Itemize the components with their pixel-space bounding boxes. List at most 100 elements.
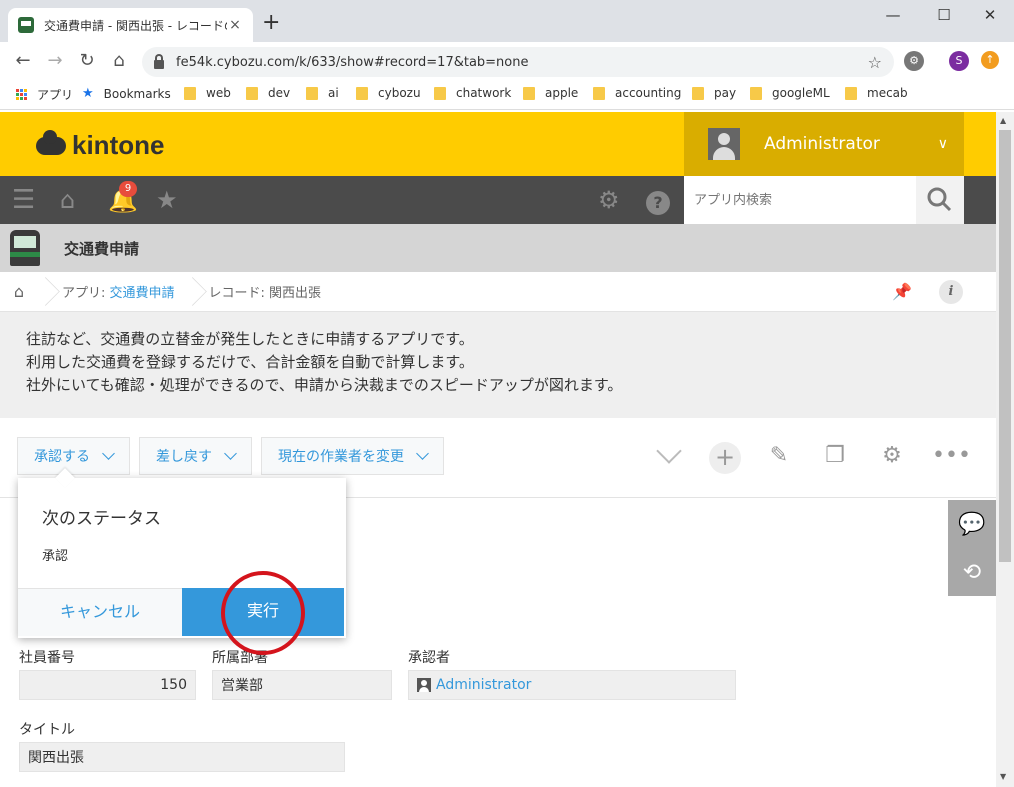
description-line: 利用した交通費を登録するだけで、合計金額を自動で計算します。 bbox=[26, 353, 474, 371]
bookmark-apple[interactable]: apple bbox=[523, 86, 578, 100]
approver-link[interactable]: Administrator bbox=[436, 677, 531, 693]
page-scrollbar[interactable]: ▲ ▼ bbox=[996, 112, 1014, 787]
favorites-star-icon[interactable]: ★ bbox=[156, 188, 178, 212]
scroll-down-arrow-icon[interactable]: ▼ bbox=[1000, 772, 1006, 781]
description-line: 社外にいても確認・処理ができるので、申請から決裁までのスピードアップが図れます。 bbox=[26, 376, 623, 394]
app-search-input[interactable] bbox=[684, 176, 916, 224]
minimize-button[interactable]: — bbox=[878, 6, 908, 24]
next-status-value: 承認 bbox=[42, 549, 69, 564]
app-title[interactable]: 交通費申請 bbox=[64, 238, 139, 259]
employee-number-label: 社員番号 bbox=[19, 650, 75, 666]
collapse-chevron-icon[interactable] bbox=[656, 446, 680, 470]
bookmark-cybozu[interactable]: cybozu bbox=[356, 86, 421, 100]
app-description: 往訪など、交通費の立替金が発生したときに申請するアプリです。 利用した交通費を登… bbox=[0, 312, 996, 418]
train-app-icon bbox=[10, 230, 40, 266]
duplicate-document-icon[interactable]: ❐ bbox=[819, 443, 851, 469]
approve-button[interactable]: 承認する bbox=[17, 437, 130, 475]
app-settings-gear-icon[interactable]: ⚙ bbox=[876, 443, 908, 469]
train-favicon-icon bbox=[18, 17, 34, 33]
pin-icon[interactable]: 📌 bbox=[892, 282, 912, 301]
bookmark-chatwork[interactable]: chatwork bbox=[434, 86, 511, 100]
kintone-nav-bar: ☰ ⌂ 🔔 9 ★ ⚙ ? bbox=[0, 176, 996, 224]
kintone-header: kintone Administrator ∨ bbox=[0, 112, 996, 176]
chevron-down-icon bbox=[224, 447, 237, 460]
bookmark-web[interactable]: web bbox=[184, 86, 231, 100]
star-icon: ★ bbox=[82, 86, 94, 101]
folder-icon bbox=[184, 86, 196, 100]
folder-icon bbox=[246, 86, 258, 100]
breadcrumb-app: アプリ: 交通費申請 bbox=[62, 286, 175, 301]
tab-close-icon[interactable]: × bbox=[227, 17, 243, 33]
extension-orange-icon[interactable]: ↑ bbox=[981, 51, 999, 69]
breadcrumb-record: レコード: 関西出張 bbox=[208, 286, 322, 301]
maximize-button[interactable]: ☐ bbox=[929, 6, 959, 24]
title-label: タイトル bbox=[19, 722, 75, 738]
extension-gear-icon[interactable]: ⚙ bbox=[904, 51, 924, 71]
breadcrumb-separator bbox=[38, 272, 52, 312]
browser-tab-strip: 交通費申請 - 関西出張 - レコードの × + — ☐ ✕ bbox=[0, 0, 1014, 42]
chevron-down-icon: ∨ bbox=[937, 136, 948, 152]
url-text: fe54k.cybozu.com/k/633/show#record=17&ta… bbox=[176, 54, 529, 70]
bookmark-pay[interactable]: pay bbox=[692, 86, 736, 100]
settings-gear-icon[interactable]: ⚙ bbox=[598, 188, 620, 212]
tab-title: 交通費申請 - 関西出張 - レコードの bbox=[44, 18, 227, 33]
add-record-icon[interactable]: + bbox=[709, 442, 741, 474]
history-icon[interactable]: ⟲ bbox=[948, 548, 996, 596]
change-assignee-button[interactable]: 現在の作業者を変更 bbox=[261, 437, 444, 475]
bookmark-apps[interactable]: アプリ bbox=[16, 86, 73, 103]
browser-tab[interactable]: 交通費申請 - 関西出張 - レコードの × bbox=[8, 8, 253, 42]
scroll-up-arrow-icon[interactable]: ▲ bbox=[1000, 116, 1006, 125]
folder-icon bbox=[692, 86, 704, 100]
help-icon[interactable]: ? bbox=[646, 188, 670, 215]
bookmark-star-icon[interactable]: ☆ bbox=[868, 53, 882, 72]
apps-grid-icon bbox=[16, 89, 27, 100]
breadcrumb-app-link[interactable]: 交通費申請 bbox=[110, 286, 175, 301]
folder-icon bbox=[523, 86, 535, 100]
folder-icon bbox=[845, 86, 857, 100]
folder-icon bbox=[306, 86, 318, 100]
edit-icon[interactable]: ✎ bbox=[763, 443, 795, 469]
approver-field: Administrator bbox=[408, 670, 736, 700]
comment-icon[interactable]: 💬 bbox=[948, 500, 996, 548]
folder-icon bbox=[750, 86, 762, 100]
description-line: 往訪など、交通費の立替金が発生したときに申請するアプリです。 bbox=[26, 330, 474, 348]
side-toolbar: 💬 ⟲ bbox=[948, 500, 996, 596]
search-button[interactable] bbox=[916, 176, 964, 224]
browser-toolbar: ← → ↻ ⌂ fe54k.cybozu.com/k/633/show#reco… bbox=[0, 42, 1014, 80]
info-icon[interactable]: i bbox=[939, 280, 963, 304]
bookmark-ai[interactable]: ai bbox=[306, 86, 339, 100]
address-bar[interactable]: fe54k.cybozu.com/k/633/show#record=17&ta… bbox=[142, 47, 894, 77]
reload-icon[interactable]: ↻ bbox=[76, 50, 98, 72]
chevron-down-icon bbox=[102, 447, 115, 460]
lock-icon bbox=[154, 53, 164, 69]
scrollbar-thumb[interactable] bbox=[999, 130, 1011, 562]
portal-home-icon[interactable]: ⌂ bbox=[60, 188, 75, 212]
logo-text: kintone bbox=[72, 130, 165, 160]
cancel-button[interactable]: キャンセル bbox=[18, 588, 182, 636]
app-title-bar: 交通費申請 bbox=[0, 224, 996, 272]
breadcrumb: ⌂ アプリ: 交通費申請 レコード: 関西出張 📌 i bbox=[0, 272, 996, 312]
user-avatar-icon bbox=[708, 128, 740, 160]
folder-icon bbox=[434, 86, 446, 100]
popup-title: 次のステータス bbox=[42, 509, 161, 529]
cloud-logo-icon bbox=[36, 129, 66, 155]
bookmark-mecab[interactable]: mecab bbox=[845, 86, 908, 100]
home-icon[interactable]: ⌂ bbox=[108, 50, 130, 72]
user-menu[interactable]: Administrator ∨ bbox=[684, 112, 964, 176]
more-options-icon[interactable]: ••• bbox=[932, 443, 971, 469]
kintone-logo[interactable]: kintone bbox=[36, 129, 165, 161]
back-arrow-icon[interactable]: ← bbox=[12, 50, 34, 72]
send-back-button[interactable]: 差し戻す bbox=[139, 437, 252, 475]
forward-arrow-icon[interactable]: → bbox=[44, 50, 66, 72]
bookmark-bookmarks[interactable]: ★ Bookmarks bbox=[82, 86, 171, 101]
approver-label: 承認者 bbox=[408, 650, 450, 666]
profile-avatar[interactable]: S bbox=[949, 51, 969, 71]
bookmark-dev[interactable]: dev bbox=[246, 86, 290, 100]
bookmark-accounting[interactable]: accounting bbox=[593, 86, 681, 100]
new-tab-button[interactable]: + bbox=[262, 12, 280, 34]
window-close-button[interactable]: ✕ bbox=[975, 6, 1005, 24]
user-name: Administrator bbox=[764, 134, 880, 154]
hamburger-menu-icon[interactable]: ☰ bbox=[12, 187, 35, 213]
bookmark-googleml[interactable]: googleML bbox=[750, 86, 830, 100]
notification-badge: 9 bbox=[119, 181, 137, 197]
